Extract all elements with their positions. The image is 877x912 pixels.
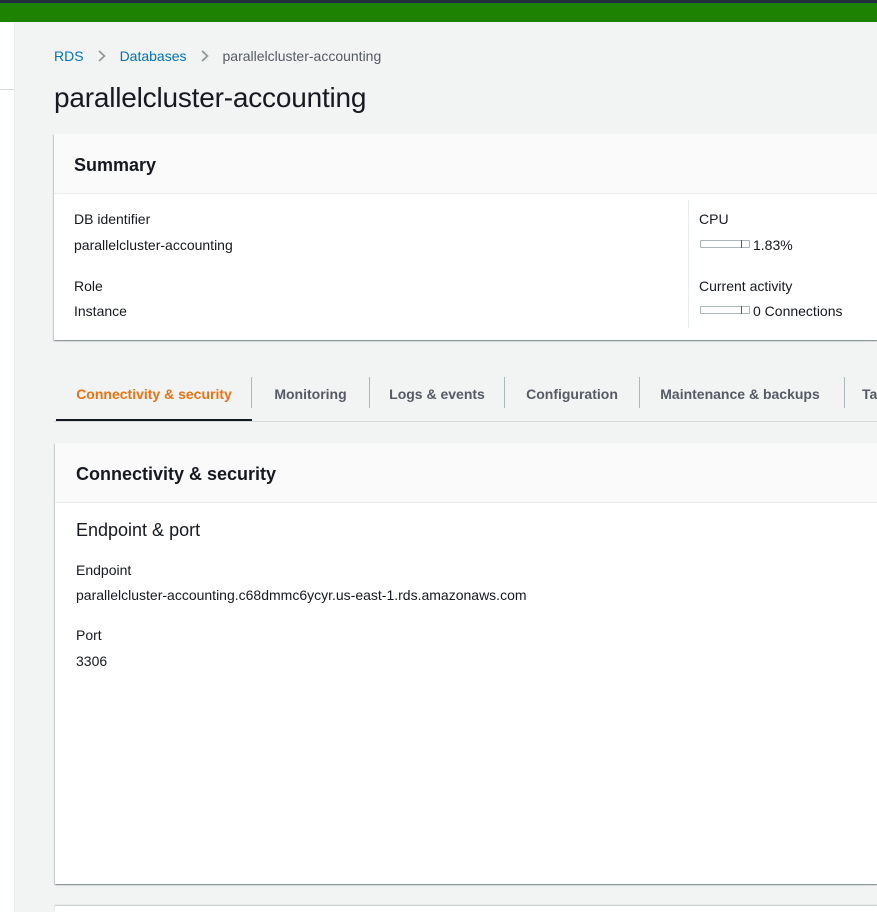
tab-configuration[interactable]: Configuration xyxy=(505,368,639,420)
current-activity-label: Current activity xyxy=(699,278,793,294)
connectivity-title: Connectivity & security xyxy=(76,464,277,484)
current-activity-value: 0 Connections xyxy=(753,303,843,319)
endpoint-port-heading: Endpoint & port xyxy=(76,520,201,540)
page-title: parallelcluster-accounting xyxy=(54,82,367,113)
next-panel xyxy=(55,906,877,912)
tab-maintenance-backups[interactable]: Maintenance & backups xyxy=(640,368,840,420)
chevron-right-icon xyxy=(193,46,217,66)
side-navigation-collapsed xyxy=(0,22,15,912)
breadcrumb-databases-link[interactable]: Databases xyxy=(120,48,187,64)
activity-marker xyxy=(741,306,742,314)
db-identifier-value: parallelcluster-accounting xyxy=(74,237,233,253)
tab-tags[interactable]: Ta xyxy=(862,368,877,420)
tab-divider xyxy=(844,377,845,408)
tab-logs-events[interactable]: Logs & events xyxy=(370,368,504,420)
side-navigation-divider xyxy=(0,89,14,90)
summary-column-divider xyxy=(688,200,689,328)
cpu-utilization-marker xyxy=(741,240,742,248)
role-label: Role xyxy=(74,278,103,294)
chevron-right-icon xyxy=(90,46,114,66)
endpoint-value[interactable]: parallelcluster-accounting.c68dmmc6ycyr.… xyxy=(76,586,527,604)
breadcrumb: RDS Databases parallelcluster-accounting xyxy=(54,46,381,66)
connectivity-header: Connectivity & security xyxy=(55,443,877,503)
activity-bar xyxy=(700,306,750,314)
cpu-value: 1.83% xyxy=(753,237,793,253)
port-value: 3306 xyxy=(76,653,108,669)
connectivity-security-panel: Connectivity & security Endpoint & port … xyxy=(55,443,877,884)
breadcrumb-current: parallelcluster-accounting xyxy=(222,48,382,64)
port-label: Port xyxy=(76,627,102,643)
tab-monitoring[interactable]: Monitoring xyxy=(252,368,369,420)
tab-connectivity-security[interactable]: Connectivity & security xyxy=(56,368,252,421)
cpu-label: CPU xyxy=(699,211,729,227)
cpu-utilization-bar xyxy=(700,240,750,248)
summary-header: Summary xyxy=(54,134,877,194)
endpoint-label: Endpoint xyxy=(76,562,132,578)
flash-banner xyxy=(0,3,877,22)
details-tabs: Connectivity & security Monitoring Logs … xyxy=(54,368,877,422)
db-identifier-label: DB identifier xyxy=(74,211,151,227)
summary-title: Summary xyxy=(74,155,157,175)
summary-panel: Summary DB identifier parallelcluster-ac… xyxy=(54,134,877,340)
role-value: Instance xyxy=(74,303,127,319)
breadcrumb-rds-link[interactable]: RDS xyxy=(54,48,84,64)
